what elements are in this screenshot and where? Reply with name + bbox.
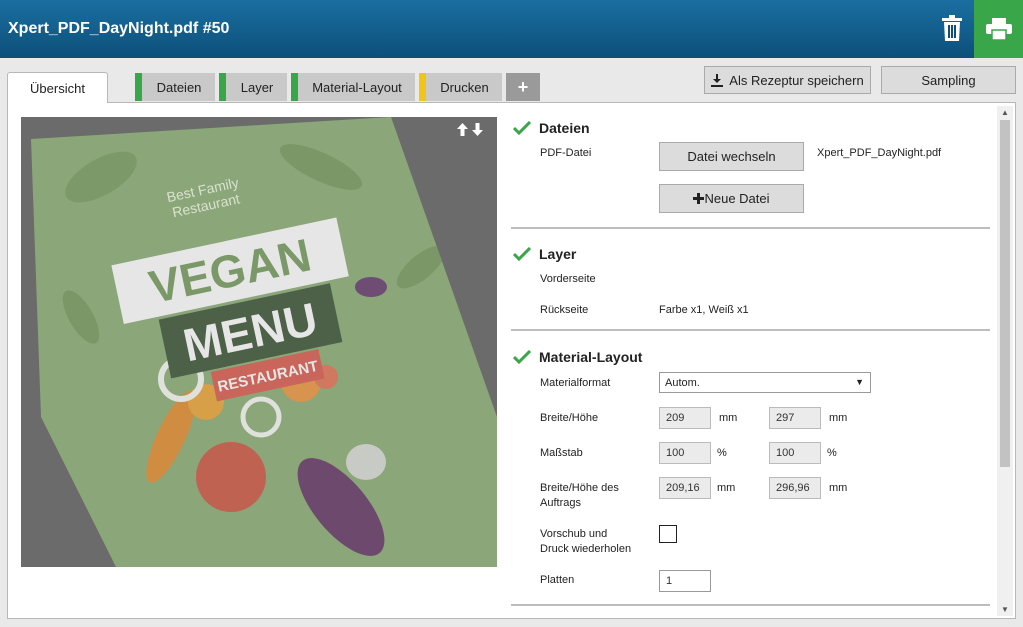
status-stripe xyxy=(291,73,298,101)
arrow-down-icon xyxy=(472,123,483,136)
tab-dateien[interactable]: Dateien xyxy=(135,73,215,101)
sampling-label: Sampling xyxy=(921,72,976,88)
plates-input[interactable]: 1 xyxy=(659,570,711,592)
tab-drucken[interactable]: Drucken xyxy=(419,73,502,101)
tab-label: Dateien xyxy=(156,79,202,95)
delete-button[interactable] xyxy=(937,12,967,44)
tab-label: Layer xyxy=(240,79,274,95)
width-input[interactable]: 209 xyxy=(659,407,711,429)
tab-material-layout[interactable]: Material-Layout xyxy=(291,73,415,101)
save-recipe-label: Als Rezeptur speichern xyxy=(729,72,864,88)
change-file-button[interactable]: Datei wechseln xyxy=(659,142,804,171)
material-format-select[interactable]: Autom. ▼ xyxy=(659,372,871,393)
section-title: Layer xyxy=(539,246,577,262)
save-recipe-button[interactable]: Als Rezeptur speichern xyxy=(704,66,871,94)
section-dateien-header: Dateien xyxy=(513,120,590,136)
reorder-arrows[interactable] xyxy=(457,123,483,136)
pdf-file-label: PDF-Datei xyxy=(540,147,592,159)
menu-thumbnail: VEGAN MENU RESTAURANT Best Family Restau… xyxy=(21,117,497,567)
front-side-label: Vorderseite xyxy=(540,273,596,285)
section-title: Material-Layout xyxy=(539,349,643,365)
checkmark-icon xyxy=(513,350,531,364)
repeat-label-line1: Vorschub und xyxy=(540,528,608,540)
job-width-unit: mm xyxy=(717,482,736,494)
add-tab-button[interactable]: + xyxy=(506,73,540,101)
plates-label: Platten xyxy=(540,574,575,586)
plus-icon xyxy=(693,193,705,204)
repeat-checkbox[interactable] xyxy=(659,525,677,543)
status-stripe xyxy=(135,73,142,101)
tab-uebersicht[interactable]: Übersicht xyxy=(7,72,108,103)
new-file-label: Neue Datei xyxy=(704,191,770,206)
height-unit: mm xyxy=(829,412,848,424)
height-input[interactable]: 297 xyxy=(769,407,821,429)
scale-width-unit: % xyxy=(717,447,727,459)
scale-label: Maßstab xyxy=(540,447,583,459)
job-width-input[interactable]: 209,16 xyxy=(659,477,711,499)
tab-layer[interactable]: Layer xyxy=(219,73,287,101)
printer-icon xyxy=(985,18,1012,40)
print-button[interactable] xyxy=(974,0,1023,58)
material-format-value: Autom. xyxy=(665,376,700,389)
trash-icon xyxy=(942,15,962,41)
job-size-label-line1: Breite/Höhe des xyxy=(540,482,619,494)
checkmark-icon xyxy=(513,121,531,135)
scale-height-input[interactable]: 100 xyxy=(769,442,821,464)
section-divider xyxy=(511,329,990,331)
arrow-up-icon xyxy=(457,123,468,136)
title-bar: Xpert_PDF_DayNight.pdf #50 xyxy=(0,0,1023,58)
sampling-button[interactable]: Sampling xyxy=(881,66,1016,94)
section-material-header: Material-Layout xyxy=(513,349,642,365)
back-side-label: Rückseite xyxy=(540,304,589,316)
job-height-unit: mm xyxy=(829,482,848,494)
tab-label: Drucken xyxy=(440,79,489,95)
status-stripe xyxy=(419,73,426,101)
plus-icon: + xyxy=(517,76,529,97)
width-unit: mm xyxy=(719,412,738,424)
tab-label: Material-Layout xyxy=(312,79,402,95)
checkmark-icon xyxy=(513,247,531,261)
scroll-up-icon[interactable]: ▲ xyxy=(1001,108,1009,117)
vertical-scrollbar[interactable]: ▲ ▼ xyxy=(997,106,1013,616)
repeat-label-line2: Druck wiederholen xyxy=(540,543,632,555)
chevron-down-icon: ▼ xyxy=(855,377,864,387)
section-title: Dateien xyxy=(539,120,590,136)
material-format-label: Materialformat xyxy=(540,377,611,389)
change-file-label: Datei wechseln xyxy=(687,149,776,164)
pdf-preview[interactable]: VEGAN MENU RESTAURANT Best Family Restau… xyxy=(21,117,497,567)
section-layer-header: Layer xyxy=(513,246,576,262)
back-side-value: Farbe x1, Weiß x1 xyxy=(659,304,749,316)
job-size-label-line2: Auftrags xyxy=(540,497,581,509)
section-divider xyxy=(511,604,990,606)
size-label: Breite/Höhe xyxy=(540,412,599,424)
scrollbar-thumb[interactable] xyxy=(1000,120,1010,467)
pdf-filename: Xpert_PDF_DayNight.pdf xyxy=(817,147,942,159)
scale-height-unit: % xyxy=(827,447,837,459)
download-icon xyxy=(711,73,724,87)
status-stripe xyxy=(219,73,226,101)
tab-label: Übersicht xyxy=(30,80,85,96)
window-title: Xpert_PDF_DayNight.pdf #50 xyxy=(8,20,230,37)
job-height-input[interactable]: 296,96 xyxy=(769,477,821,499)
scale-width-input[interactable]: 100 xyxy=(659,442,711,464)
new-file-button[interactable]: Neue Datei xyxy=(659,184,804,213)
section-divider xyxy=(511,227,990,229)
scroll-down-icon[interactable]: ▼ xyxy=(1001,605,1009,614)
